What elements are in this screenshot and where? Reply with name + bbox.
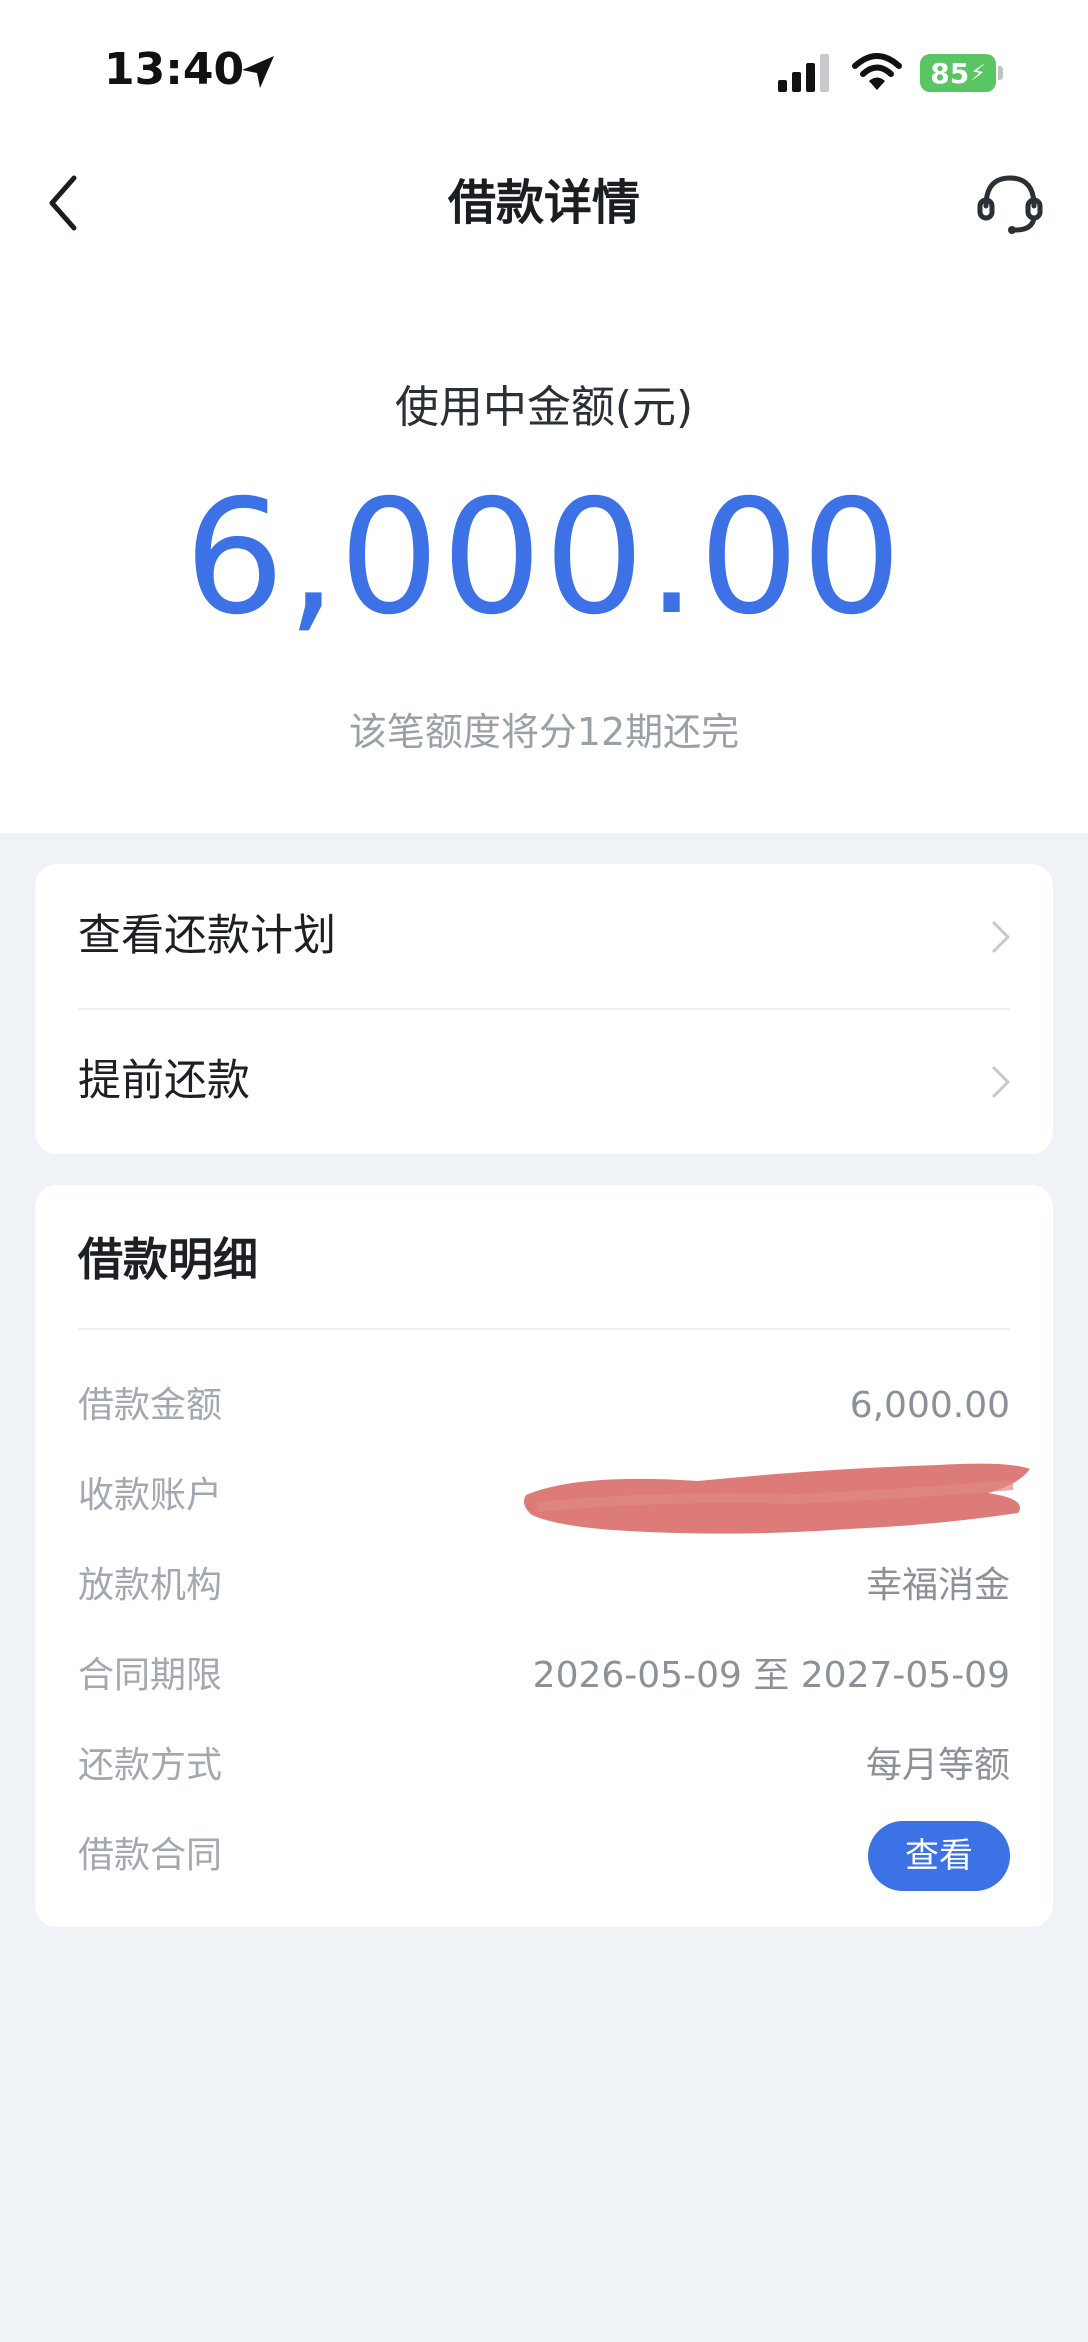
location-arrow-icon	[242, 56, 274, 88]
actions-card: 查看还款计划 提前还款	[35, 864, 1053, 1154]
divider	[78, 1328, 1010, 1330]
detail-row-loan-amount: 借款金额 6,000.00	[78, 1371, 1010, 1441]
detail-key: 借款合同	[78, 1835, 223, 1876]
page-title: 借款详情	[447, 175, 640, 231]
detail-value: 2026-05-09 至 2027-05-09	[532, 1655, 1010, 1696]
detail-value: 6,000.00	[849, 1385, 1010, 1426]
detail-row-receiving-account: 收款账户	[78, 1461, 1030, 1534]
detail-key: 放款机构	[78, 1565, 223, 1606]
view-contract-button[interactable]: 查看	[868, 1821, 1010, 1891]
repayment-plan-label: 查看还款计划	[78, 911, 336, 961]
detail-value: 幸福消金	[865, 1565, 1010, 1606]
early-repayment-label: 提前还款	[78, 1056, 250, 1106]
redaction-scribble	[524, 1463, 1030, 1534]
status-time: 13:40	[104, 44, 245, 95]
detail-key: 还款方式	[78, 1745, 223, 1786]
wifi-icon	[852, 53, 902, 90]
in-use-amount-label: 使用中金额(元)	[394, 382, 694, 433]
detail-row-contract-term: 合同期限 2026-05-09 至 2027-05-09	[78, 1641, 1010, 1711]
loan-details-title: 借款明细	[78, 1233, 259, 1286]
detail-row-lender: 放款机构 幸福消金	[78, 1551, 1010, 1621]
signal-icon	[778, 54, 829, 92]
customer-service-icon[interactable]	[976, 170, 1044, 236]
loan-details-card: 借款明细 借款金额 6,000.00 收款账户 放款机构 幸福消金 合同期限 2…	[35, 1185, 1053, 1927]
detail-key: 合同期限	[78, 1655, 223, 1696]
detail-row-repayment-method: 还款方式 每月等额	[78, 1731, 1010, 1801]
chevron-right-icon	[992, 1066, 1010, 1098]
chevron-right-icon	[992, 921, 1010, 953]
early-repayment-row[interactable]: 提前还款	[35, 1009, 1053, 1154]
battery-cap	[998, 66, 1003, 80]
battery-level: 85	[930, 56, 970, 90]
detail-row-loan-contract: 借款合同 查看	[78, 1821, 1010, 1891]
battery-icon: 85 ⚡	[920, 54, 996, 92]
detail-key: 收款账户	[78, 1475, 223, 1516]
repayment-plan-row[interactable]: 查看还款计划	[35, 864, 1053, 1009]
detail-value: 每月等额	[865, 1745, 1010, 1786]
detail-key: 借款金额	[78, 1385, 223, 1426]
in-use-amount: 6,000.00	[184, 466, 904, 650]
installment-note: 该笔额度将分12期还完	[348, 710, 740, 754]
charging-bolt-icon: ⚡	[970, 60, 986, 86]
